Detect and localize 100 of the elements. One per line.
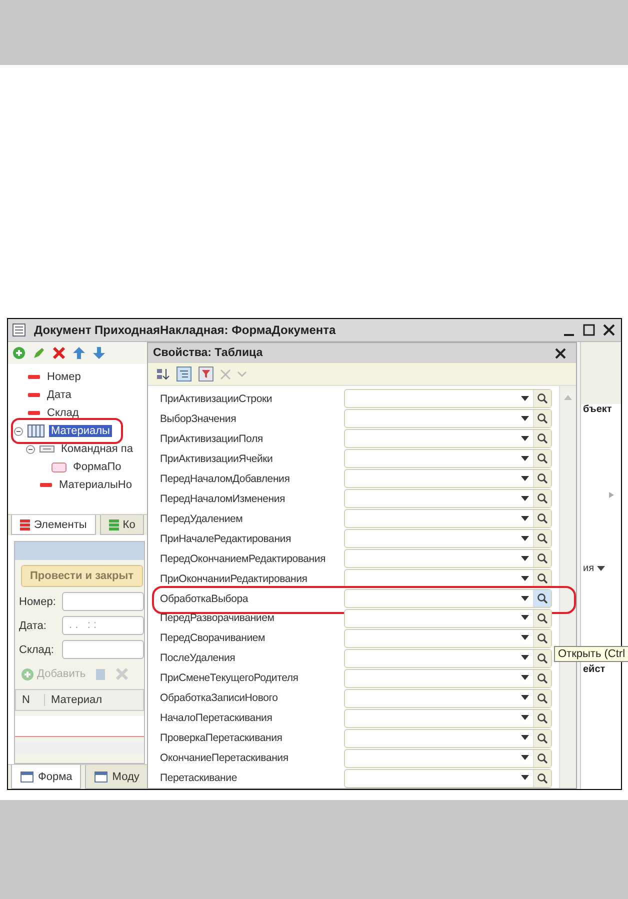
input-field[interactable] <box>344 509 552 528</box>
search-button[interactable] <box>533 650 551 667</box>
search-icon <box>537 453 548 464</box>
search-button[interactable] <box>533 430 551 448</box>
dropdown-icon[interactable] <box>521 516 529 522</box>
search-icon <box>537 772 548 784</box>
collapse-icon[interactable] <box>14 426 23 436</box>
search-button[interactable] <box>533 770 551 787</box>
search-button[interactable] <box>533 410 551 428</box>
search-button[interactable] <box>533 550 551 568</box>
dropdown-icon[interactable] <box>597 566 606 572</box>
dropdown-icon[interactable] <box>521 775 529 782</box>
dropdown-icon[interactable] <box>521 556 529 562</box>
input-field[interactable] <box>344 489 552 508</box>
input-field[interactable] <box>344 628 552 648</box>
dropdown-icon[interactable] <box>521 476 529 482</box>
collapse-icon[interactable] <box>26 444 35 454</box>
tab[interactable]: Ко <box>100 515 144 535</box>
dropdown-icon[interactable] <box>521 576 529 582</box>
dropdown-icon[interactable] <box>521 675 529 682</box>
search-button[interactable] <box>533 590 551 607</box>
search-button[interactable] <box>533 490 551 508</box>
dropdown-icon[interactable] <box>521 655 529 662</box>
field-icon <box>27 410 41 416</box>
search-button[interactable] <box>533 690 551 707</box>
input-field[interactable] <box>344 449 552 468</box>
scrollbar[interactable] <box>15 742 144 754</box>
checkmark-icon[interactable] <box>237 370 247 378</box>
search-button[interactable] <box>533 530 551 548</box>
property-name: ПередУдалением <box>160 512 244 525</box>
dropdown-icon[interactable] <box>521 735 529 742</box>
tree-item[interactable]: МатериалыНо <box>57 479 134 491</box>
dropdown-icon[interactable] <box>521 715 529 722</box>
dropdown-icon[interactable] <box>521 755 529 762</box>
dropdown-icon[interactable] <box>521 396 529 402</box>
search-button[interactable] <box>533 750 551 767</box>
dropdown-icon[interactable] <box>521 596 529 602</box>
search-button[interactable] <box>533 390 551 408</box>
close-icon[interactable] <box>555 348 566 358</box>
input-field[interactable] <box>344 409 552 428</box>
tree-item[interactable]: Командная па <box>59 443 135 455</box>
tree-item[interactable]: Номер <box>45 371 83 383</box>
input-field[interactable] <box>344 608 552 628</box>
tab[interactable]: Элементы <box>11 515 96 535</box>
dropdown-icon[interactable] <box>521 615 529 622</box>
search-button[interactable] <box>533 710 551 727</box>
list-icon <box>108 518 119 530</box>
categories-icon[interactable] <box>176 366 192 382</box>
input-field[interactable] <box>344 768 552 788</box>
dropdown-icon[interactable] <box>521 496 529 502</box>
tab[interactable]: Моду <box>85 765 148 789</box>
input-field[interactable] <box>344 549 552 568</box>
dropdown-icon[interactable] <box>521 695 529 702</box>
input-field[interactable] <box>344 469 552 488</box>
add-icon[interactable] <box>12 346 26 360</box>
pencil-icon[interactable] <box>32 346 46 360</box>
input-field[interactable] <box>344 589 552 608</box>
dropdown-icon[interactable] <box>521 635 529 642</box>
tree-item[interactable]: Дата <box>45 389 74 401</box>
down-icon[interactable] <box>92 346 106 360</box>
input-field[interactable] <box>344 668 552 688</box>
input-field[interactable] <box>344 648 552 668</box>
input-field[interactable] <box>344 748 552 768</box>
search-button[interactable] <box>533 670 551 687</box>
up-icon[interactable] <box>72 346 86 360</box>
close-icon[interactable] <box>603 324 615 336</box>
column-header: Материал <box>50 694 102 706</box>
input-field[interactable] <box>62 640 144 659</box>
search-button[interactable] <box>533 570 551 588</box>
search-button[interactable] <box>533 630 551 647</box>
tree-item[interactable]: Склад <box>45 407 81 419</box>
dropdown-icon[interactable] <box>521 456 529 462</box>
list-icon <box>20 518 30 530</box>
dropdown-icon[interactable] <box>521 416 529 422</box>
input-field[interactable] <box>344 708 552 728</box>
tree-item[interactable]: ФормаПо <box>71 461 124 473</box>
tree-item[interactable]: Материалы <box>49 425 112 437</box>
sort-icon[interactable] <box>156 367 170 381</box>
delete-icon[interactable] <box>52 346 66 360</box>
search-button[interactable] <box>533 450 551 468</box>
search-icon <box>537 593 548 604</box>
input-field[interactable] <box>344 728 552 748</box>
input-field[interactable] <box>344 529 552 548</box>
filter-icon[interactable] <box>198 366 214 382</box>
property-name: ОкончаниеПеретаскивания <box>160 752 290 764</box>
input-field[interactable] <box>62 592 144 611</box>
search-icon <box>537 752 548 764</box>
search-button[interactable] <box>533 730 551 747</box>
input-field[interactable] <box>344 389 552 408</box>
maximize-icon[interactable] <box>583 324 595 336</box>
search-button[interactable] <box>533 510 551 528</box>
search-button[interactable] <box>533 610 551 627</box>
search-button[interactable] <box>533 470 551 488</box>
input-field[interactable] <box>344 429 552 448</box>
dropdown-icon[interactable] <box>521 536 529 542</box>
tab[interactable]: Форма <box>11 765 82 789</box>
input-field[interactable] <box>344 688 552 708</box>
property-name: ПередНачаломИзменения <box>160 492 286 505</box>
dropdown-icon[interactable] <box>521 436 529 442</box>
search-icon <box>537 433 548 444</box>
